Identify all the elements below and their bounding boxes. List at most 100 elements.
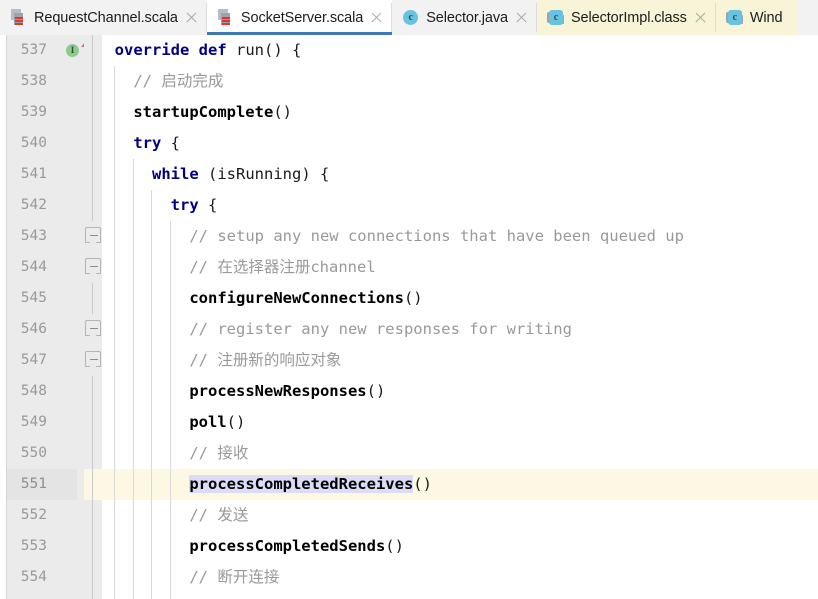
- code-token: poll: [189, 413, 227, 431]
- code-line[interactable]: // 启动完成: [96, 66, 818, 97]
- code-line[interactable]: processDisconnected(): [96, 593, 818, 599]
- fold-gutter-cell[interactable]: [84, 252, 102, 283]
- line-number[interactable]: 538: [7, 66, 77, 97]
- fold-gutter-cell[interactable]: [84, 376, 102, 407]
- code-token: configureNewConnections: [189, 289, 404, 307]
- code-line[interactable]: processNewResponses(): [96, 376, 818, 407]
- code-line-text[interactable]: configureNewConnections(): [96, 283, 818, 314]
- code-line[interactable]: // register any new responses for writin…: [96, 314, 818, 345]
- close-tab-icon[interactable]: [694, 11, 707, 24]
- line-number[interactable]: 550: [7, 438, 77, 469]
- code-line-text[interactable]: // setup any new connections that have b…: [96, 221, 818, 252]
- code-line-text[interactable]: // 接收: [96, 438, 818, 469]
- line-number[interactable]: 545: [7, 283, 77, 314]
- indent-guide: [151, 221, 153, 252]
- code-line[interactable]: // setup any new connections that have b…: [96, 221, 818, 252]
- code-line[interactable]: // 断开连接: [96, 562, 818, 593]
- fold-gutter-cell[interactable]: [84, 66, 102, 97]
- code-line[interactable]: try {: [96, 190, 818, 221]
- code-line-text[interactable]: processCompletedReceives(): [96, 469, 818, 500]
- code-line[interactable]: // 接收: [96, 438, 818, 469]
- fold-gutter-cell[interactable]: [84, 593, 102, 599]
- code-line-text[interactable]: // 在选择器注册channel: [96, 252, 818, 283]
- editor-area[interactable]: override def run() { // 启动完成 startupComp…: [0, 35, 818, 599]
- fold-collapse-icon[interactable]: [85, 258, 101, 274]
- code-line[interactable]: configureNewConnections(): [96, 283, 818, 314]
- code-line-text[interactable]: processNewResponses(): [96, 376, 818, 407]
- editor-tab-socketserver-scala[interactable]: SocketServer.scala: [206, 0, 393, 35]
- fold-collapse-icon[interactable]: [85, 320, 101, 336]
- code-line-text[interactable]: // 发送: [96, 500, 818, 531]
- editor-tab-selectorimpl-class[interactable]: c SelectorImpl.class: [536, 0, 716, 35]
- editor-tab-requestchannel-scala[interactable]: RequestChannel.scala: [0, 0, 207, 35]
- line-number[interactable]: 544: [7, 252, 77, 283]
- gutter-row: 543: [7, 221, 102, 252]
- code-line-text[interactable]: poll(): [96, 407, 818, 438]
- line-number[interactable]: 551: [7, 469, 77, 500]
- code-line-text[interactable]: // 启动完成: [96, 66, 818, 97]
- code-line-text[interactable]: try {: [96, 190, 818, 221]
- source-code-view[interactable]: override def run() { // 启动完成 startupComp…: [96, 35, 818, 599]
- editor-tab-bar[interactable]: RequestChannel.scala SocketServer.scala c S…: [0, 0, 818, 35]
- fold-gutter-cell[interactable]: [84, 190, 102, 221]
- code-line-text[interactable]: override def run() {: [96, 35, 818, 66]
- fold-gutter-cell[interactable]: [84, 97, 102, 128]
- fold-gutter-cell[interactable]: [84, 562, 102, 593]
- code-line-text[interactable]: processDisconnected(): [96, 593, 818, 599]
- fold-gutter-cell[interactable]: [84, 407, 102, 438]
- code-line[interactable]: processCompletedReceives(): [96, 469, 818, 500]
- code-line-text[interactable]: try {: [96, 128, 818, 159]
- code-line-text[interactable]: while (isRunning) {: [96, 159, 818, 190]
- line-number[interactable]: 546: [7, 314, 77, 345]
- scala-file-icon: [10, 9, 27, 26]
- fold-gutter-cell[interactable]: [84, 531, 102, 562]
- fold-gutter-cell[interactable]: [84, 221, 102, 252]
- close-tab-icon[interactable]: [185, 11, 198, 24]
- close-tab-icon[interactable]: [515, 11, 528, 24]
- code-line-text[interactable]: processCompletedSends(): [96, 531, 818, 562]
- line-number[interactable]: 554: [7, 562, 77, 593]
- fold-gutter-cell[interactable]: [84, 438, 102, 469]
- override-method-icon[interactable]: I: [66, 44, 79, 57]
- line-number[interactable]: 541: [7, 159, 77, 190]
- fold-region-line: [92, 190, 93, 221]
- code-line-text[interactable]: // 注册新的响应对象: [96, 345, 818, 376]
- fold-gutter-cell[interactable]: [84, 314, 102, 345]
- editor-tab-selector-java[interactable]: c Selector.java: [392, 0, 537, 35]
- fold-gutter-cell[interactable]: [84, 159, 102, 190]
- fold-gutter-cell[interactable]: [84, 283, 102, 314]
- fold-gutter-cell[interactable]: [84, 35, 102, 66]
- code-line[interactable]: processCompletedSends(): [96, 531, 818, 562]
- code-line[interactable]: override def run() {: [96, 35, 818, 66]
- line-number[interactable]: 553: [7, 531, 77, 562]
- code-line[interactable]: // 发送: [96, 500, 818, 531]
- fold-collapse-icon[interactable]: [85, 351, 101, 367]
- line-number[interactable]: 540: [7, 128, 77, 159]
- line-number[interactable]: 548: [7, 376, 77, 407]
- code-line[interactable]: // 在选择器注册channel: [96, 252, 818, 283]
- fold-gutter-cell[interactable]: [84, 345, 102, 376]
- line-number[interactable]: 552: [7, 500, 77, 531]
- close-tab-icon[interactable]: [370, 11, 383, 24]
- indent-guide: [132, 345, 134, 376]
- line-number[interactable]: 549: [7, 407, 77, 438]
- code-line-text[interactable]: // 断开连接: [96, 562, 818, 593]
- fold-gutter-cell[interactable]: [84, 500, 102, 531]
- line-number[interactable]: 555: [7, 593, 77, 599]
- code-line[interactable]: startupComplete(): [96, 97, 818, 128]
- editor-tab-wind[interactable]: c Wind: [715, 0, 799, 35]
- line-number[interactable]: 542: [7, 190, 77, 221]
- code-line[interactable]: try {: [96, 128, 818, 159]
- code-line-text[interactable]: startupComplete(): [96, 97, 818, 128]
- code-line[interactable]: poll(): [96, 407, 818, 438]
- code-line-text[interactable]: // register any new responses for writin…: [96, 314, 818, 345]
- line-number[interactable]: 547: [7, 345, 77, 376]
- line-number[interactable]: 543: [7, 221, 77, 252]
- fold-gutter-cell[interactable]: [84, 128, 102, 159]
- fold-collapse-icon[interactable]: [85, 227, 101, 243]
- fold-gutter-cell[interactable]: [84, 469, 102, 500]
- code-line[interactable]: while (isRunning) {: [96, 159, 818, 190]
- code-line[interactable]: // 注册新的响应对象: [96, 345, 818, 376]
- line-number[interactable]: 539: [7, 97, 77, 128]
